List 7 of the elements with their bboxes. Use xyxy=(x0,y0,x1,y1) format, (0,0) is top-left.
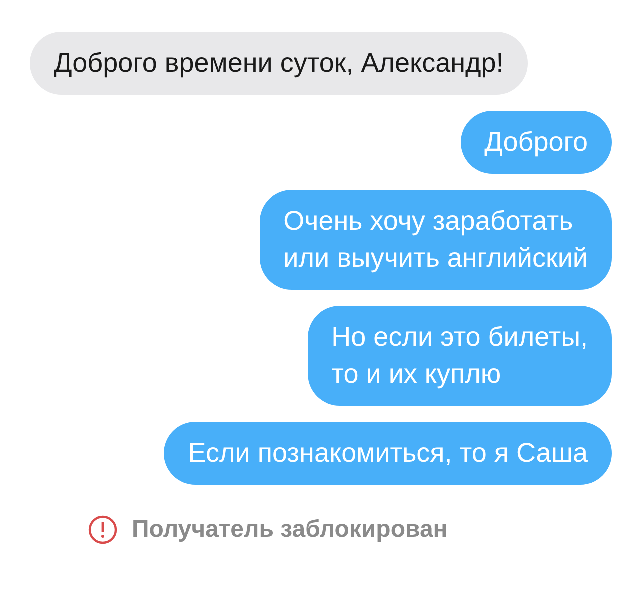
message-bubble: Доброго xyxy=(460,111,612,174)
message-bubble: Но если это билеты, то и их куплю xyxy=(308,306,612,406)
message-bubble: Если познакомиться, то я Саша xyxy=(164,422,612,485)
message-bubble: Доброго времени суток, Александр! xyxy=(30,32,528,95)
status-text: Получатель заблокирован xyxy=(132,516,448,544)
message-bubble: Очень хочу заработать или выучить английский xyxy=(260,190,612,290)
warning-icon xyxy=(88,515,118,545)
